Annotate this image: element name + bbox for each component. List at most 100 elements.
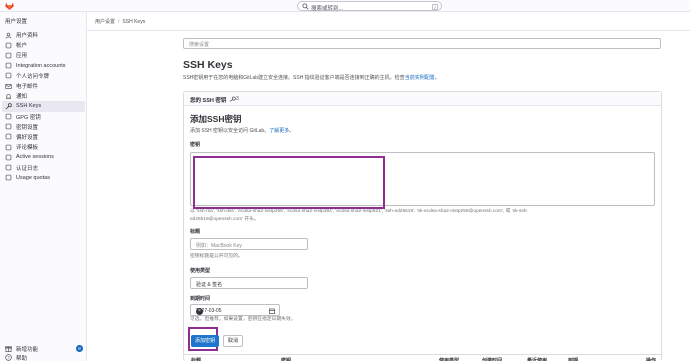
- annotation-highlight-key: [193, 156, 385, 209]
- add-ssh-key-title: 添加SSH密钥: [190, 114, 242, 124]
- integration-icon: [5, 62, 12, 69]
- gitlab-logo-icon[interactable]: [5, 2, 14, 10]
- sidebar-item-label: 帐户: [16, 43, 28, 50]
- gift-icon: [5, 346, 12, 352]
- global-search-input[interactable]: 搜索或转到... /: [297, 1, 442, 12]
- sidebar-item-label: 应用: [16, 53, 28, 60]
- usage-type-select[interactable]: 验证 & 签名: [190, 277, 308, 289]
- title-label: 标题: [190, 229, 201, 235]
- user-icon: [5, 32, 12, 39]
- instance-configuration-link[interactable]: 当前实例配置: [405, 75, 435, 81]
- cancel-button[interactable]: 取消: [223, 335, 243, 347]
- sidebar-item-label: 个人访问令牌: [16, 73, 50, 80]
- sidebar-item-sessions[interactable]: Active sessions: [2, 152, 85, 162]
- add-key-button[interactable]: 添加密钥: [191, 335, 219, 347]
- page-description: SSH密钥用于在您的电脑和GitLab建立安全连接。SSH 指纹验证客户端是否连…: [183, 74, 440, 81]
- key-label: 密钥: [190, 142, 201, 148]
- sidebar-item-account[interactable]: 帐户: [2, 40, 85, 50]
- new-features-count-badge: 8: [76, 345, 83, 352]
- search-shortcut-hint: /: [432, 3, 438, 10]
- key-help-line-2: ed25519@openssh.com' 开头。: [190, 216, 259, 222]
- breadcrumb-parent[interactable]: 用户设置: [95, 19, 115, 25]
- learn-more-link[interactable]: 了解更多: [269, 128, 289, 134]
- sidebar-item-label: 评论模板: [16, 145, 39, 152]
- applications-icon: [5, 52, 12, 59]
- key-icon: [229, 96, 236, 102]
- ssh-key-count: 3: [236, 96, 239, 102]
- calendar-icon[interactable]: [269, 308, 275, 314]
- top-bar: 搜索或转到... /: [0, 0, 690, 12]
- sidebar-item-label: GPG 密钥: [16, 114, 41, 121]
- usage-type-label: 使用类型: [190, 268, 211, 274]
- expiry-help: 可选，但推荐。如果设置，密钥在指定日期失效。: [190, 317, 296, 322]
- table-header-cell: 最近使用: [527, 358, 548, 361]
- account-icon: [5, 42, 12, 49]
- key-icon: [5, 103, 12, 110]
- preferences-icon: [5, 134, 12, 140]
- sidebar-item-key[interactable]: SSH Keys: [2, 101, 85, 112]
- sidebar-title: 用户设置: [5, 19, 28, 25]
- sidebar-item-key-settings[interactable]: 密钥设置: [2, 122, 85, 132]
- sidebar-item-applications[interactable]: 应用: [2, 50, 85, 60]
- bell-icon: [6, 93, 11, 99]
- sidebar-item-label: Usage quotas: [16, 174, 50, 181]
- sidebar-item-comment-template[interactable]: 评论模板: [2, 142, 85, 152]
- key-help-text: 以 'ssh-rsa', 'ssh-dss', 'ecdsa-sha2-nist…: [190, 208, 528, 223]
- table-header-cell: 标题: [191, 358, 202, 361]
- sidebar-item-label: 电子邮件: [16, 84, 39, 91]
- sidebar-item-user[interactable]: 用户资料: [2, 30, 85, 40]
- clear-date-icon[interactable]: ×: [196, 308, 203, 315]
- card-title: 您的 SSH 密钥: [190, 98, 227, 104]
- table-header-cell: 密钥: [281, 358, 292, 361]
- expiry-label: 到期时间: [190, 296, 211, 302]
- usage-type-value: 验证 & 签名: [196, 282, 223, 288]
- breadcrumb-separator: /: [118, 19, 120, 25]
- sidebar-item-label: 密钥设置: [16, 124, 39, 131]
- sidebar-item-label: 偏好设置: [16, 134, 39, 141]
- sidebar-item-label: 通知: [16, 94, 28, 101]
- help-link[interactable]: ? 帮助: [5, 353, 83, 361]
- search-icon: [302, 3, 309, 10]
- title-input[interactable]: 例如：MacBook Key: [190, 238, 308, 250]
- sidebar-item-bell[interactable]: 通知: [2, 91, 85, 101]
- sidebar-item-preferences[interactable]: 偏好设置: [2, 132, 85, 142]
- sidebar-item-label: Integration accounts: [16, 62, 66, 69]
- new-features-link[interactable]: 新增功能 8: [5, 344, 83, 353]
- log-icon: [5, 164, 12, 171]
- table-header-cell: 使用类型: [439, 358, 460, 361]
- page-description-end: 。: [434, 75, 440, 81]
- table-header-cell: 创建时间: [482, 358, 503, 361]
- key-settings-icon: [5, 123, 12, 130]
- sidebar-item-quota[interactable]: Usage quotas: [2, 173, 85, 183]
- comment-template-icon: [5, 144, 12, 150]
- sidebar-item-log[interactable]: 认证日志: [2, 162, 85, 172]
- sidebar-item-integration[interactable]: Integration accounts: [2, 61, 85, 71]
- page-description-text: SSH密钥用于在您的电脑和GitLab建立安全连接。SSH 指纹验证客户端是否连…: [183, 75, 405, 81]
- breadcrumb-current[interactable]: SSH Keys: [122, 19, 145, 25]
- sidebar-item-token[interactable]: 个人访问令牌: [2, 71, 85, 81]
- search-settings-placeholder: 搜索设置: [189, 42, 210, 48]
- search-placeholder: 搜索或转到...: [311, 5, 344, 12]
- sidebar-bottom: 新增功能 8 ? 帮助: [5, 344, 83, 361]
- sidebar-item-label: SSH Keys: [16, 103, 42, 110]
- gpg-key-icon: [5, 113, 12, 120]
- sidebar-nav: 用户资料帐户应用 Integration accounts 个人访问令牌 电子邮件通知…: [2, 30, 85, 183]
- sessions-icon: [5, 154, 12, 161]
- sidebar-item-gpg-key[interactable]: GPG 密钥: [2, 112, 85, 122]
- svg-text:?: ?: [7, 355, 10, 360]
- sidebar-item-label: 认证日志: [16, 165, 39, 172]
- quota-icon: [5, 174, 12, 181]
- mail-icon: [5, 83, 12, 89]
- search-settings-input[interactable]: 搜索设置: [183, 38, 661, 49]
- help-icon: ?: [5, 354, 12, 361]
- subtitle-end: 。: [289, 128, 295, 134]
- sidebar-item-mail[interactable]: 电子邮件: [2, 81, 85, 91]
- ssh-keys-table-header: 标题 密钥 使用类型 创建时间 最近使用 到期 操作: [184, 354, 661, 361]
- card-header: 您的 SSH 密钥 3: [184, 92, 661, 106]
- token-icon: [5, 73, 12, 79]
- title-help: 密钥标题是公开可见的。: [190, 254, 243, 259]
- add-ssh-key-subtitle: 添加 SSH 密钥以安全访问 GitLab。了解更多。: [190, 127, 294, 134]
- sidebar-item-label: Active sessions: [16, 154, 54, 161]
- subtitle-text: 添加 SSH 密钥以安全访问 GitLab。: [190, 128, 270, 134]
- expiry-date-input[interactable]: 2027-03-05 ×: [190, 304, 280, 316]
